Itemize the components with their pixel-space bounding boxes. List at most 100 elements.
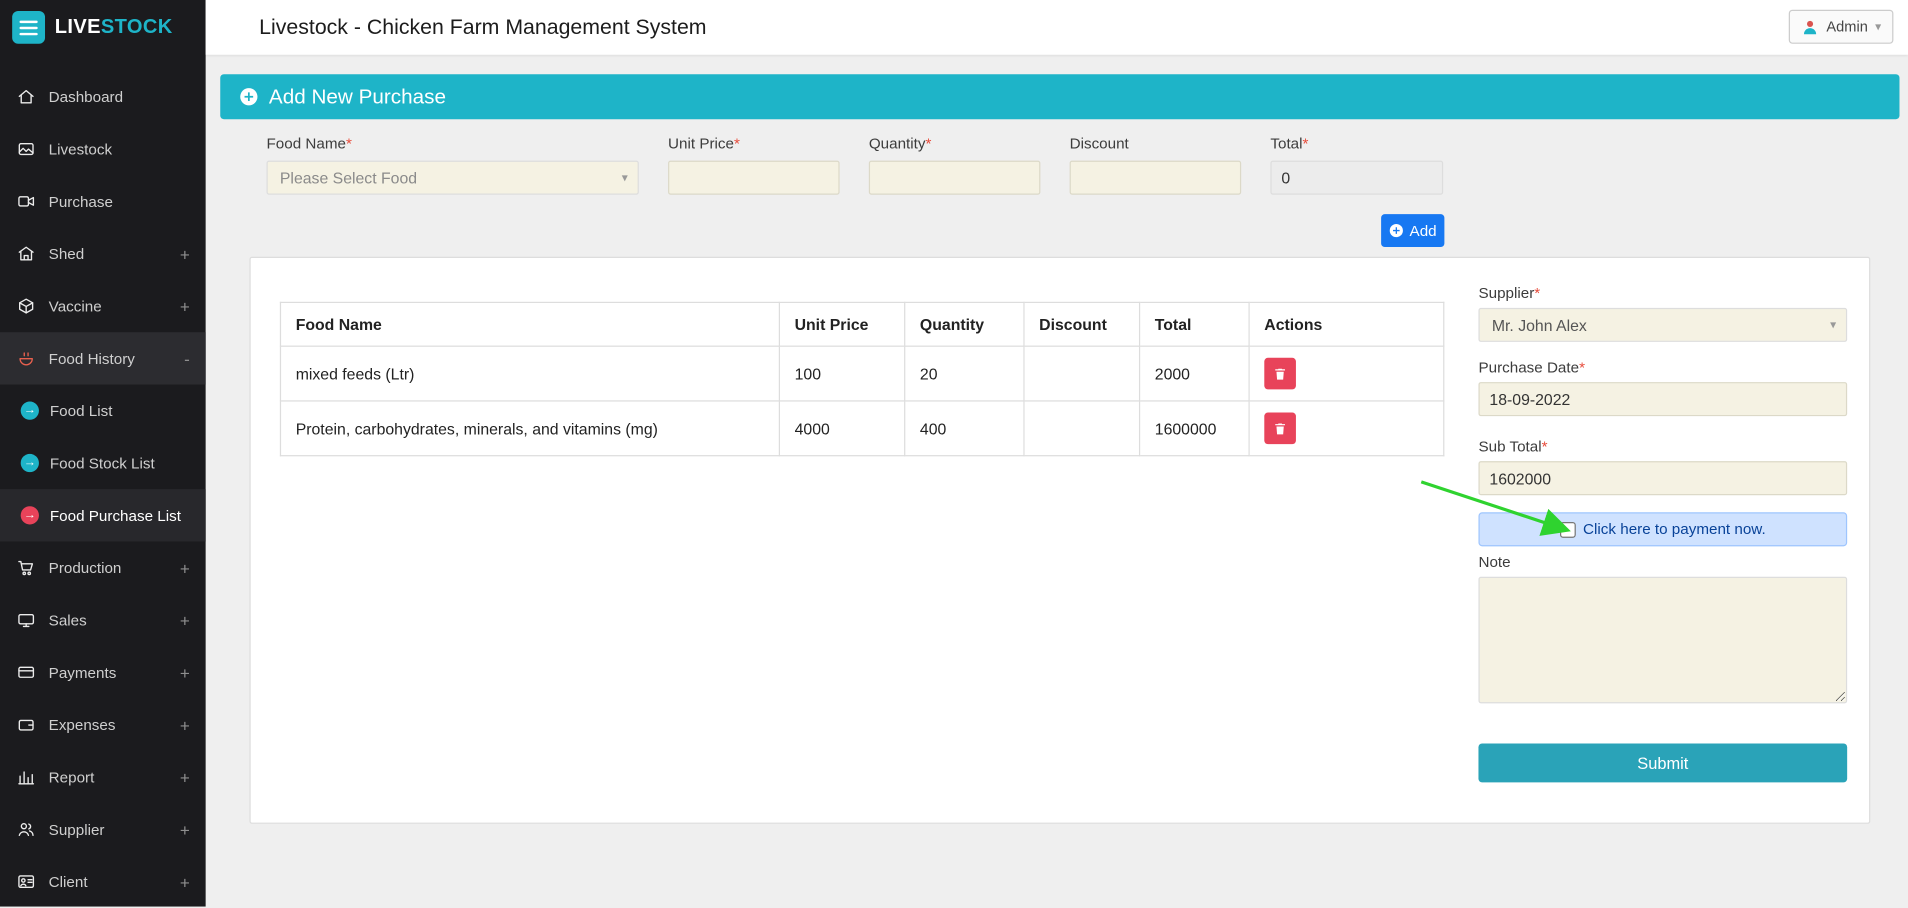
trash-icon [1273, 420, 1288, 436]
cell-total: 2000 [1140, 346, 1250, 401]
unit-price-input[interactable] [668, 161, 840, 195]
sidebar-item-payments[interactable]: Payments + [0, 646, 206, 698]
sidebar: LIVESTOCK Dashboard Livestock Purchase S… [0, 0, 206, 907]
sidebar-item-shed[interactable]: Shed + [0, 228, 206, 280]
food-name-group: Food Name* Please Select Food ▾ [266, 135, 638, 195]
cell-discount [1024, 401, 1140, 456]
sidebar-item-food-history[interactable]: Food History - [0, 332, 206, 384]
table-header-row: Food Name Unit Price Quantity Discount T… [280, 302, 1443, 346]
supplier-label: Supplier* [1478, 285, 1847, 302]
wallet-icon [16, 716, 37, 734]
sidebar-item-livestock[interactable]: Livestock [0, 123, 206, 175]
admin-dropdown[interactable]: Admin ▾ [1789, 10, 1894, 44]
note-textarea[interactable] [1478, 577, 1847, 704]
purchase-side-form: Supplier* Mr. John Alex ▾ Purchase Date*… [1478, 285, 1847, 808]
sidebar-item-expenses[interactable]: Expenses + [0, 698, 206, 750]
payments-icon [16, 663, 37, 681]
col-header-quantity: Quantity [905, 302, 1024, 346]
expand-plus-icon: + [180, 663, 190, 682]
purchase-date-label: Purchase Date* [1478, 359, 1847, 376]
payment-now-checkbox[interactable] [1560, 521, 1576, 537]
sidebar-item-food-stock-list[interactable]: → Food Stock List [0, 437, 206, 489]
quantity-label: Quantity* [869, 135, 1041, 152]
sidebar-item-purchase[interactable]: Purchase [0, 175, 206, 227]
submit-button[interactable]: Submit [1478, 743, 1847, 782]
cell-food-name: mixed feeds (Ltr) [280, 346, 779, 401]
delete-row-button[interactable] [1264, 413, 1296, 445]
bar-chart-icon [16, 768, 37, 786]
cell-actions [1249, 401, 1444, 456]
id-card-icon [16, 872, 37, 890]
supplier-select[interactable]: Mr. John Alex ▾ [1478, 308, 1847, 342]
food-name-select[interactable]: Please Select Food ▾ [266, 161, 638, 195]
circle-arrow-icon: → [21, 506, 39, 524]
sidebar-item-food-list[interactable]: → Food List [0, 385, 206, 437]
admin-user-icon [1801, 18, 1819, 36]
chevron-down-icon: ▾ [1830, 318, 1836, 331]
sidebar-item-food-purchase-list[interactable]: → Food Purchase List [0, 489, 206, 541]
discount-group: Discount [1070, 135, 1242, 195]
supplier-select-value: Mr. John Alex [1492, 316, 1587, 334]
plus-circle-icon [239, 86, 260, 107]
shed-icon [16, 245, 37, 263]
home-icon [16, 88, 37, 106]
sidebar-item-report[interactable]: Report + [0, 751, 206, 803]
purchase-icon [16, 192, 37, 210]
expand-plus-icon: + [180, 767, 190, 786]
total-input[interactable] [1270, 161, 1443, 195]
quantity-group: Quantity* [869, 135, 1041, 195]
expand-plus-icon: + [180, 244, 190, 263]
delete-row-button[interactable] [1264, 358, 1296, 390]
expand-plus-icon: + [180, 610, 190, 629]
sidebar-item-supplier[interactable]: Supplier + [0, 803, 206, 855]
page-title: Livestock - Chicken Farm Management Syst… [259, 0, 706, 55]
livestock-icon [16, 140, 37, 158]
col-header-actions: Actions [1249, 302, 1444, 346]
quantity-input[interactable] [869, 161, 1041, 195]
total-label: Total* [1270, 135, 1443, 152]
app-window: LIVESTOCK Dashboard Livestock Purchase S… [0, 0, 1908, 907]
total-group: Total* [1270, 135, 1443, 195]
sub-total-input[interactable] [1478, 461, 1847, 495]
circle-arrow-icon: → [21, 402, 39, 420]
sales-icon [16, 611, 37, 629]
sidebar-item-production[interactable]: Production + [0, 541, 206, 593]
unit-price-label: Unit Price* [668, 135, 840, 152]
sidebar-item-client[interactable]: Client + [0, 855, 206, 907]
topbar: Livestock - Chicken Farm Management Syst… [206, 0, 1908, 55]
vaccine-icon [16, 297, 37, 315]
expand-plus-icon: + [180, 558, 190, 577]
expand-plus-icon: + [180, 872, 190, 891]
users-icon [16, 820, 37, 838]
sub-total-label: Sub Total* [1478, 438, 1847, 455]
unit-price-group: Unit Price* [668, 135, 840, 195]
table-row: Protein, carbohydrates, minerals, and vi… [280, 401, 1443, 456]
col-header-unit-price: Unit Price [779, 302, 904, 346]
cell-unit-price: 4000 [779, 401, 904, 456]
cart-icon [16, 559, 37, 577]
sidebar-item-dashboard[interactable]: Dashboard [0, 71, 206, 123]
food-bowl-icon [16, 349, 37, 367]
payment-now-label: Click here to payment now. [1583, 521, 1766, 538]
note-label: Note [1478, 554, 1847, 571]
sidebar-item-vaccine[interactable]: Vaccine + [0, 280, 206, 332]
purchase-date-input[interactable] [1478, 382, 1847, 416]
sidebar-item-sales[interactable]: Sales + [0, 594, 206, 646]
chevron-down-icon: ▾ [622, 171, 628, 184]
cell-quantity: 400 [905, 401, 1024, 456]
main-content: Add New Purchase Food Name* Please Selec… [206, 55, 1908, 907]
expand-plus-icon: + [180, 715, 190, 734]
plus-circle-icon [1389, 223, 1405, 239]
expand-plus-icon: + [180, 296, 190, 315]
discount-input[interactable] [1070, 161, 1242, 195]
col-header-total: Total [1140, 302, 1250, 346]
cell-food-name: Protein, carbohydrates, minerals, and vi… [280, 401, 779, 456]
hamburger-menu-icon[interactable] [12, 11, 45, 44]
food-name-label: Food Name* [266, 135, 638, 152]
add-button[interactable]: Add [1381, 214, 1444, 247]
sidebar-menu: Dashboard Livestock Purchase Shed + Vacc… [0, 55, 206, 908]
payment-now-box[interactable]: Click here to payment now. [1478, 512, 1847, 546]
discount-label: Discount [1070, 135, 1242, 152]
app-logo: LIVESTOCK [55, 16, 173, 39]
circle-arrow-icon: → [21, 454, 39, 472]
